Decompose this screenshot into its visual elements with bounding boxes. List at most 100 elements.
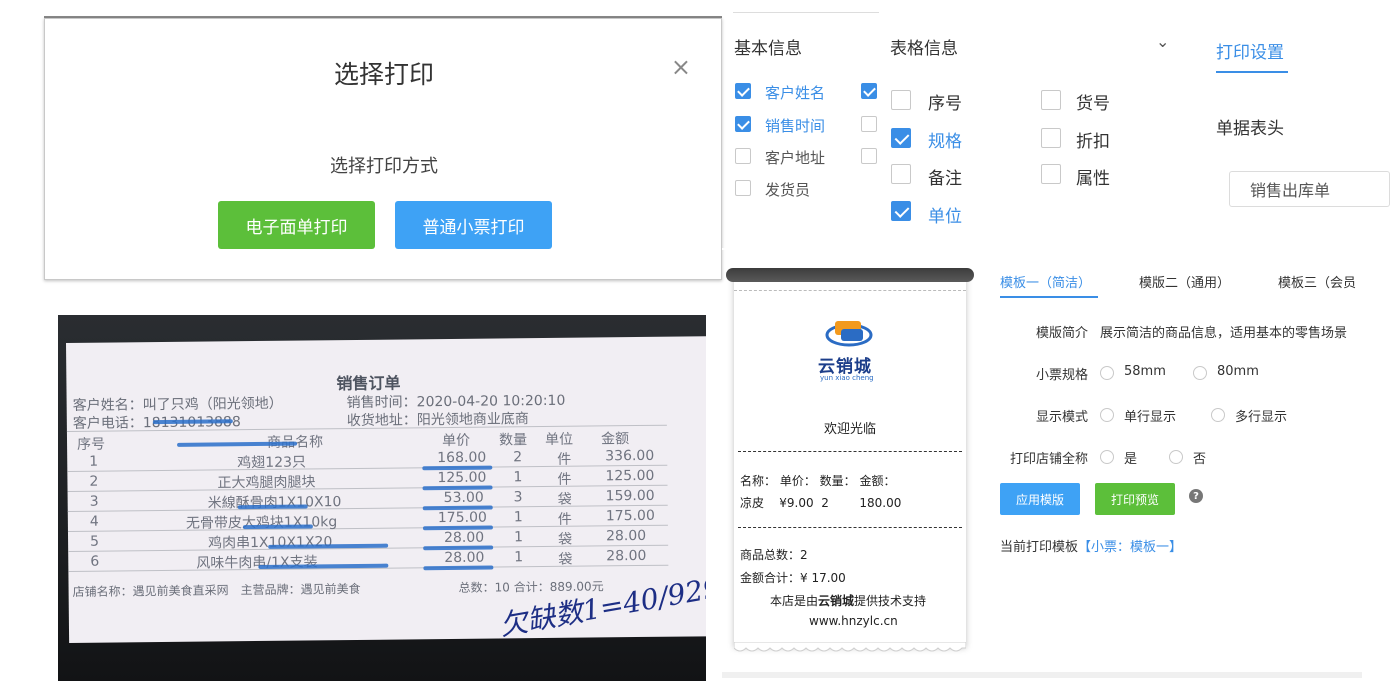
photo-cell: 3 — [89, 493, 99, 510]
photo-cell: 28.00 — [606, 547, 647, 565]
checkbox-icon[interactable] — [735, 83, 751, 99]
photo-cell: 336.00 — [605, 447, 655, 465]
checkbox-serial[interactable] — [891, 90, 911, 114]
radio-icon[interactable] — [1100, 366, 1114, 380]
checkbox-shipper[interactable] — [735, 180, 751, 200]
help-icon[interactable]: ? — [1189, 489, 1203, 503]
scribble-mark — [237, 504, 308, 510]
radio-icon[interactable] — [1193, 366, 1207, 380]
receipt-roll — [726, 268, 974, 282]
checkbox-partial[interactable] — [861, 116, 877, 136]
checkbox-unit[interactable] — [891, 201, 911, 225]
checkbox-icon[interactable] — [735, 148, 751, 164]
tab-template-three[interactable]: 模板三（会员 — [1278, 272, 1356, 291]
checkbox-label[interactable]: 序号 — [928, 89, 962, 114]
checkbox-icon[interactable] — [891, 128, 911, 148]
scribble-mark — [422, 525, 493, 531]
basic-info-heading: 基本信息 — [734, 39, 802, 59]
checkbox-label[interactable]: 客户姓名 — [765, 82, 825, 103]
radio-icon[interactable] — [1100, 450, 1114, 464]
checkbox-customer-name[interactable] — [735, 83, 751, 103]
receipt-total-amount: 金额合计：¥ 17.00 — [740, 571, 846, 585]
receipt-edge — [734, 281, 966, 291]
checkbox-icon[interactable] — [1041, 128, 1061, 148]
yunxiaocheng-logo-icon — [825, 321, 873, 347]
checkbox-label[interactable]: 销售时间 — [765, 115, 825, 136]
chevron-down-icon[interactable]: ⌄ — [1156, 32, 1169, 51]
radio-icon[interactable] — [1169, 450, 1183, 464]
checkbox-icon[interactable] — [861, 83, 877, 99]
left-shade — [0, 0, 44, 290]
close-icon[interactable]: × — [671, 55, 691, 79]
checkbox-label[interactable]: 折扣 — [1076, 127, 1110, 152]
checkbox-label[interactable]: 单位 — [928, 202, 962, 227]
checkbox-sale-time[interactable] — [735, 116, 751, 136]
radio-58mm[interactable] — [1100, 365, 1114, 384]
checkbox-spec[interactable] — [891, 128, 911, 152]
print-preview-button[interactable]: 打印预览 — [1095, 483, 1175, 515]
checkbox-icon[interactable] — [891, 164, 911, 184]
radio-label-no[interactable]: 否 — [1193, 448, 1206, 467]
checkbox-icon[interactable] — [891, 90, 911, 110]
radio-multi-line[interactable] — [1211, 407, 1225, 426]
receipt-print-button[interactable]: 普通小票打印 — [395, 201, 552, 249]
dialog-title: 选择打印 — [333, 60, 434, 89]
column-mask — [879, 78, 891, 248]
powered-prefix: 本店是由 — [770, 594, 819, 608]
tab-print-settings[interactable]: 打印设置 — [1216, 38, 1284, 63]
receipt-divider — [738, 527, 962, 528]
photo-cell: 1 — [514, 549, 524, 566]
radio-80mm[interactable] — [1193, 365, 1207, 384]
radio-label-58mm[interactable]: 58mm — [1124, 364, 1166, 379]
checkbox-partial[interactable] — [861, 148, 877, 168]
checkbox-partial[interactable] — [861, 83, 877, 103]
radio-fullname-no[interactable] — [1169, 449, 1183, 468]
checkbox-label[interactable]: 备注 — [928, 164, 962, 189]
checkbox-item-no[interactable] — [1041, 90, 1061, 114]
checkbox-label[interactable]: 货号 — [1076, 89, 1110, 114]
checkbox-icon[interactable] — [861, 116, 877, 132]
checkbox-label[interactable]: 属性 — [1076, 164, 1110, 189]
checkbox-icon[interactable] — [1041, 164, 1061, 184]
current-template-label: 当前打印模板 — [1000, 540, 1079, 555]
radio-label-single[interactable]: 单行显示 — [1124, 406, 1176, 425]
tab-template-two[interactable]: 模版二（通用） — [1139, 272, 1230, 291]
apply-template-button[interactable]: 应用模版 — [1000, 483, 1080, 515]
checkbox-discount[interactable] — [1041, 128, 1061, 152]
scribble-mark — [422, 505, 493, 511]
radio-label-yes[interactable]: 是 — [1124, 448, 1137, 467]
checkbox-customer-address[interactable] — [735, 148, 751, 168]
radio-icon[interactable] — [1100, 408, 1114, 422]
radio-fullname-yes[interactable] — [1100, 449, 1114, 468]
checkbox-remark[interactable] — [891, 164, 911, 188]
scribble-mark — [152, 419, 233, 425]
dialog-subtitle: 选择打印方式 — [330, 156, 438, 177]
doc-header-label: 单据表头 — [1216, 119, 1284, 139]
intro-text: 展示简洁的商品信息，适用基本的零售场景 — [1100, 326, 1348, 341]
receipt-website: www.hnzylc.cn — [809, 614, 898, 628]
radio-label-multi[interactable]: 多行显示 — [1235, 406, 1287, 425]
table-info-heading: 表格信息 — [890, 39, 958, 59]
checkbox-attribute[interactable] — [1041, 164, 1061, 188]
scribble-mark — [422, 465, 493, 471]
radio-single-line[interactable] — [1100, 407, 1114, 426]
scribble-mark — [423, 545, 494, 551]
photo-cell: 4 — [89, 513, 99, 530]
checkbox-label[interactable]: 规格 — [928, 127, 962, 152]
checkbox-icon[interactable] — [861, 148, 877, 164]
checkbox-label[interactable]: 客户地址 — [765, 147, 825, 168]
tab-template-one[interactable]: 模板一（简洁） — [1000, 272, 1091, 291]
checkbox-icon[interactable] — [735, 180, 751, 196]
radio-label-80mm[interactable]: 80mm — [1217, 364, 1259, 379]
photo-cell: 风味牛肉串/1X支装 — [196, 554, 318, 572]
current-template-value: 【小票：模板一】 — [1078, 540, 1183, 555]
doc-header-select[interactable]: 销售出库单 — [1229, 171, 1390, 207]
checkbox-icon[interactable] — [1041, 90, 1061, 110]
settings-top-divider — [733, 12, 879, 13]
checkbox-icon[interactable] — [891, 201, 911, 221]
radio-icon[interactable] — [1211, 408, 1225, 422]
electronic-waybill-print-button[interactable]: 电子面单打印 — [218, 201, 375, 249]
checkbox-label[interactable]: 发货员 — [765, 179, 810, 200]
checkbox-icon[interactable] — [735, 116, 751, 132]
tab-active-indicator — [1216, 71, 1288, 73]
